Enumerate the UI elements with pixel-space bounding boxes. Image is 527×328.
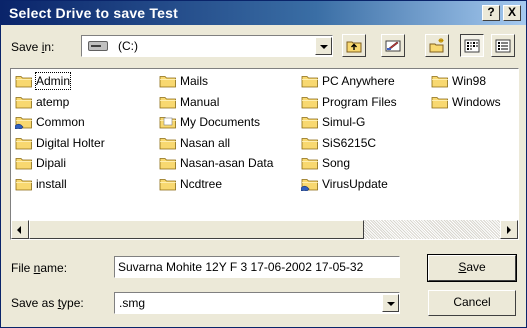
save-button[interactable]: Save: [427, 254, 517, 282]
folder-icon: [431, 95, 449, 109]
file-list-item-label: Win98: [452, 74, 487, 88]
folder-icon: [15, 74, 33, 88]
file-list-item-label: Common: [36, 115, 85, 129]
file-list-item-label: atemp: [36, 94, 70, 109]
file-list-item-label: Ncdtree: [180, 176, 223, 191]
list-view-icon: [464, 39, 480, 53]
file-name-label: File name:: [11, 261, 68, 275]
save-in-value: (C:): [118, 39, 138, 53]
shared-folder-icon: [300, 177, 319, 191]
folder-up-icon: [346, 41, 362, 53]
folder-icon: [15, 177, 33, 191]
file-list-item-label: Program Files: [322, 94, 397, 109]
desktop-button[interactable]: [381, 34, 405, 57]
save-as-type-dropdown-arrow[interactable]: [382, 294, 399, 312]
file-list[interactable]: Admin atemp Common Digital Holter Dipali inst…: [10, 68, 519, 240]
up-one-level-button[interactable]: [342, 34, 366, 57]
folder-icon: [301, 136, 319, 150]
folder-icon: [159, 136, 177, 150]
folder-icon: [301, 74, 319, 88]
folder-icon: [159, 177, 177, 191]
save-as-type-value: .smg: [119, 296, 146, 310]
file-list-item-label: Digital Holter: [36, 135, 105, 150]
details-view-icon: [495, 39, 511, 53]
folder-icon: [301, 156, 319, 170]
save-dialog: Select Drive to save Test ? X Save in: (…: [0, 0, 527, 328]
save-as-type-label: Save as type:: [11, 296, 84, 310]
help-button[interactable]: ?: [482, 5, 500, 21]
file-list-item-label: My Documents: [180, 115, 261, 129]
file-list-item-label: Nasan-asan Data: [180, 156, 274, 170]
folder-icon: [15, 156, 33, 170]
file-list-item-label: VirusUpdate: [322, 176, 388, 191]
file-list-item-label: Manual: [180, 94, 220, 109]
create-new-folder-button[interactable]: [425, 34, 449, 57]
save-in-dropdown[interactable]: (C:): [81, 35, 333, 57]
new-folder-icon: [429, 38, 444, 53]
file-list-item-label: Windows: [452, 94, 501, 109]
save-as-type-dropdown[interactable]: .smg: [114, 292, 400, 314]
file-list-item-label: install: [36, 176, 67, 191]
file-list-item-label: Mails: [180, 74, 209, 88]
scroll-left-button[interactable]: [11, 220, 29, 239]
folder-icon: [301, 95, 319, 109]
file-list-item-label: Dipali: [36, 156, 67, 170]
folder-icon: [159, 156, 177, 170]
cancel-button[interactable]: Cancel: [428, 290, 516, 316]
desktop-icon: [385, 40, 401, 52]
folder-icon: [15, 95, 33, 109]
folder-icon: [159, 95, 177, 109]
scroll-right-button[interactable]: [500, 220, 518, 239]
save-in-dropdown-arrow[interactable]: [315, 37, 332, 55]
folder-icon: [431, 74, 449, 88]
list-view-button[interactable]: [460, 34, 484, 57]
hard-drive-icon: [88, 41, 108, 51]
close-button[interactable]: X: [503, 5, 521, 21]
title-bar[interactable]: Select Drive to save Test ? X: [1, 1, 526, 25]
folder-icon: [159, 74, 177, 88]
file-list-item-label: Song: [322, 156, 351, 170]
file-list-item-label: SiS6215C: [322, 135, 377, 150]
file-list-item-label: Admin: [34, 72, 72, 90]
save-in-label: Save in:: [11, 40, 55, 54]
dialog-title: Select Drive to save Test: [9, 5, 178, 21]
shared-folder-icon: [14, 115, 33, 130]
details-view-button[interactable]: [491, 34, 515, 57]
file-list-item-label: PC Anywhere: [322, 74, 395, 88]
scrollbar-thumb[interactable]: [29, 220, 364, 239]
folder-icon: [301, 115, 319, 129]
file-name-input[interactable]: [114, 256, 400, 278]
file-list-item-label: Nasan all: [180, 135, 231, 150]
file-list-item-label: Simul-G: [322, 115, 366, 129]
horizontal-scrollbar[interactable]: [11, 220, 518, 239]
folder-icon: [15, 136, 33, 150]
documents-folder-icon: [159, 115, 177, 129]
